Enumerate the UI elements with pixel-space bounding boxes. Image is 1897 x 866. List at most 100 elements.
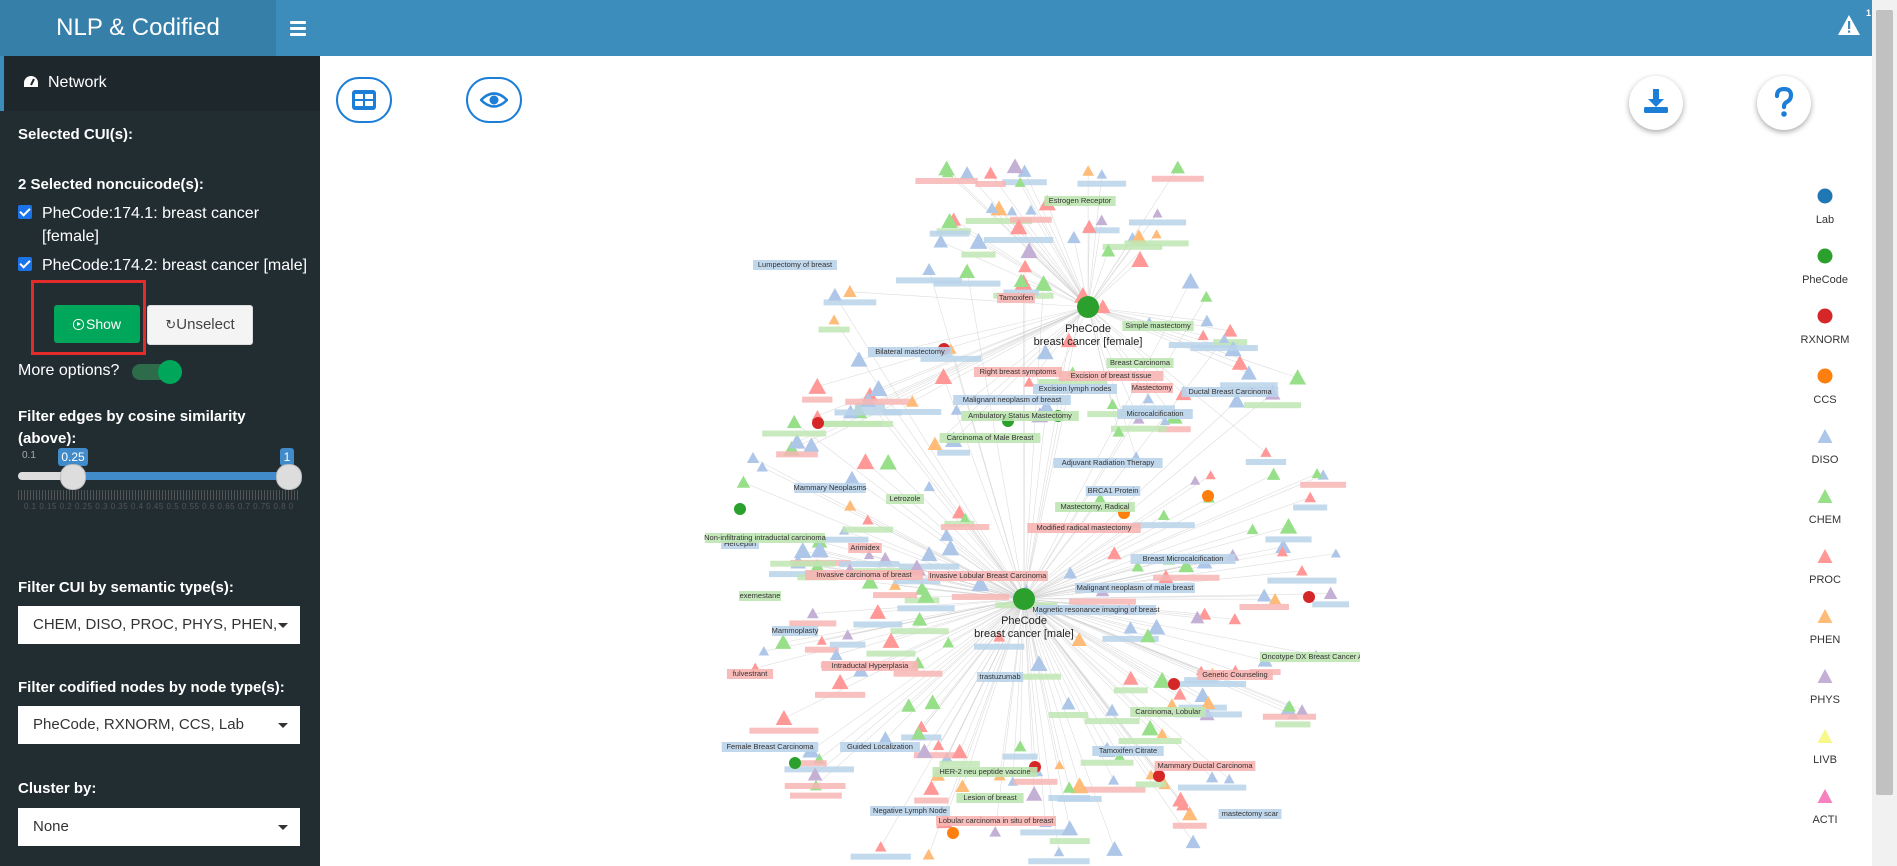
graph-node[interactable] — [1053, 846, 1065, 857]
graph-node[interactable] — [1147, 618, 1166, 635]
hub-breast-cancer-male[interactable] — [1013, 588, 1035, 610]
graph-node[interactable] — [959, 263, 976, 278]
graph-node[interactable] — [1082, 165, 1094, 176]
unselect-button[interactable]: ↻Unselect — [147, 305, 253, 345]
graph-node[interactable] — [844, 470, 860, 484]
graph-code-node[interactable] — [1303, 591, 1315, 603]
graph-node[interactable] — [1172, 791, 1189, 807]
cluster-by-select[interactable]: None — [18, 808, 300, 846]
graph-node[interactable] — [923, 480, 935, 492]
page-scrollbar[interactable] — [1872, 0, 1897, 866]
download-button[interactable] — [1629, 76, 1683, 130]
slider-high-handle[interactable] — [276, 464, 302, 490]
graph-node[interactable] — [924, 694, 941, 710]
graph-node[interactable] — [879, 453, 897, 470]
graph-node[interactable] — [1151, 229, 1162, 239]
graph-code-node[interactable] — [947, 827, 959, 839]
graph-node[interactable] — [786, 414, 802, 429]
graph-node[interactable] — [1296, 704, 1308, 715]
graph-node[interactable] — [1106, 398, 1119, 409]
graph-node[interactable] — [950, 404, 963, 415]
graph-node[interactable] — [736, 475, 751, 488]
graph-node[interactable] — [989, 826, 1002, 837]
cosine-slider-track[interactable]: 0.1 0.25 1 0.1 0.15 0.2 0.25 0.3 0.35 0.… — [18, 396, 302, 511]
graph-code-node[interactable] — [1202, 490, 1214, 502]
graph-node[interactable] — [1190, 475, 1201, 485]
graph-node[interactable] — [1181, 272, 1200, 289]
graph-code-node[interactable] — [812, 417, 824, 429]
graph-node[interactable] — [831, 673, 849, 690]
visibility-button[interactable] — [466, 77, 522, 123]
graph-node[interactable] — [1289, 369, 1307, 385]
graph-node[interactable] — [874, 841, 887, 852]
hub-breast-cancer-female[interactable] — [1077, 296, 1099, 318]
graph-node[interactable] — [806, 607, 819, 619]
graph-node[interactable] — [1330, 548, 1341, 558]
more-options-toggle[interactable] — [132, 360, 186, 384]
graph-code-node[interactable] — [1168, 678, 1180, 690]
checkbox[interactable] — [18, 257, 32, 271]
graph-node[interactable] — [808, 377, 827, 394]
graph-node[interactable] — [1157, 509, 1170, 520]
graph-code-node[interactable] — [1153, 770, 1165, 782]
graph-node[interactable] — [1246, 523, 1259, 535]
graph-node[interactable] — [1200, 290, 1213, 302]
graph-node[interactable] — [959, 166, 975, 180]
network-canvas[interactable]: Lumpectomy of breast Simple mastectomy Tam… — [700, 140, 1360, 866]
graph-node[interactable] — [1304, 491, 1317, 503]
graph-node[interactable] — [1106, 841, 1123, 856]
graph-node[interactable] — [1311, 468, 1323, 479]
graph-node[interactable] — [856, 453, 875, 470]
semantic-type-select[interactable]: CHEM, DISO, PROC, PHYS, PHEN, ACTI — [18, 606, 300, 644]
graph-node[interactable] — [1323, 586, 1338, 599]
graph-node[interactable] — [1260, 446, 1272, 457]
graph-node[interactable] — [1105, 703, 1119, 716]
graph-node[interactable] — [1108, 774, 1120, 785]
graph-node[interactable] — [983, 166, 998, 179]
graph-node[interactable] — [1283, 699, 1296, 712]
help-button[interactable] — [1757, 76, 1811, 130]
slider-low-handle[interactable] — [60, 464, 86, 490]
graph-node[interactable] — [1142, 393, 1154, 404]
graph-node[interactable] — [932, 739, 945, 751]
graph-node[interactable] — [1006, 158, 1024, 174]
graph-node[interactable] — [939, 528, 954, 541]
graph-node[interactable] — [1152, 208, 1163, 218]
graph-node[interactable] — [1231, 355, 1249, 370]
graph-node[interactable] — [1018, 259, 1033, 273]
graph-node[interactable] — [1023, 376, 1035, 387]
graph-node[interactable] — [843, 285, 857, 298]
graph-node[interactable] — [922, 262, 936, 276]
graph-node[interactable] — [1279, 518, 1298, 534]
graph-node[interactable] — [793, 542, 812, 558]
graph-code-node[interactable] — [789, 757, 801, 769]
graph-node[interactable] — [951, 743, 968, 759]
graph-node[interactable] — [938, 160, 955, 176]
graph-node[interactable] — [827, 287, 842, 301]
network-graph[interactable]: Lumpectomy of breast Simple mastectomy Tam… — [700, 140, 1360, 866]
graph-node[interactable] — [1081, 219, 1097, 233]
sidebar-item-network[interactable]: Network — [0, 56, 320, 111]
graph-node[interactable] — [1067, 230, 1081, 244]
code-checkbox-row[interactable]: PheCode:174.2: breast cancer [male] — [18, 254, 318, 277]
graph-node[interactable] — [869, 379, 888, 396]
graph-node[interactable] — [1223, 773, 1235, 784]
graph-node[interactable] — [1266, 467, 1281, 480]
code-checkbox-row[interactable]: PheCode:174.1: breast cancer [female] — [18, 202, 318, 248]
graph-node[interactable] — [1170, 160, 1185, 174]
graph-node[interactable] — [775, 710, 793, 726]
graph-node[interactable] — [1296, 564, 1308, 576]
codified-node-type-select[interactable]: PheCode, RXNORM, CCS, Lab — [18, 706, 300, 744]
graph-node[interactable] — [1197, 329, 1209, 340]
graph-node[interactable] — [923, 780, 940, 795]
notification-button[interactable]: 1 — [1837, 8, 1871, 42]
graph-node[interactable] — [1062, 781, 1076, 793]
graph-node[interactable] — [922, 848, 935, 860]
graph-node[interactable] — [1061, 820, 1079, 836]
graph-node[interactable] — [828, 314, 840, 325]
graph-node[interactable] — [1096, 169, 1108, 179]
graph-node[interactable] — [1131, 251, 1149, 267]
table-view-button[interactable] — [336, 77, 392, 123]
graph-code-node[interactable] — [734, 503, 746, 515]
graph-node[interactable] — [844, 499, 857, 511]
